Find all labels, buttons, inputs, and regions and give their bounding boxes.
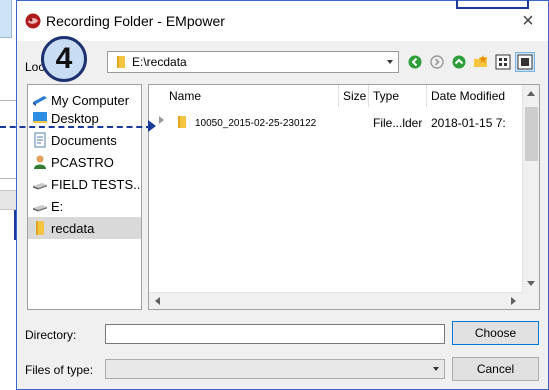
- look-in-combo[interactable]: E:\recdata: [107, 51, 399, 73]
- vertical-scrollbar[interactable]: [522, 85, 539, 292]
- scrollbar-corner: [522, 292, 539, 309]
- sidebar-item-documents[interactable]: Documents: [28, 129, 141, 151]
- computer-icon: [33, 96, 47, 106]
- documents-icon: [34, 132, 46, 148]
- step-number-badge: 4: [41, 36, 87, 82]
- column-header-type[interactable]: Type: [369, 85, 427, 107]
- chevron-down-icon: [387, 60, 393, 64]
- details-view-button[interactable]: [515, 52, 535, 72]
- vertical-scroll-thumb[interactable]: [525, 107, 538, 161]
- forward-icon: [430, 55, 444, 69]
- file-type-cell: File...lder: [373, 116, 423, 130]
- close-button[interactable]: ×: [516, 9, 540, 33]
- expand-arrow-icon[interactable]: [159, 116, 164, 124]
- look-in-value: E:\recdata: [132, 55, 187, 69]
- scroll-right-icon[interactable]: [511, 297, 516, 305]
- file-list-table: Name Size Type Date Modified 10050_2015-…: [148, 84, 540, 310]
- sidebar-item-label: recdata: [51, 220, 95, 236]
- callout-connector: [14, 210, 16, 240]
- background-divider: [0, 100, 16, 101]
- column-header-date-modified[interactable]: Date Modified: [427, 85, 523, 107]
- new-folder-button[interactable]: [471, 52, 491, 72]
- sidebar-item-label: PCASTRO: [51, 154, 114, 170]
- files-of-type-label: Files of type:: [25, 363, 94, 377]
- callout-dashed-line: [0, 126, 152, 128]
- drive-icon: [33, 183, 47, 190]
- callout-arrow-icon: [148, 120, 156, 132]
- horizontal-scrollbar[interactable]: [149, 292, 522, 309]
- scroll-up-icon[interactable]: [527, 91, 535, 96]
- back-icon: [408, 55, 422, 69]
- file-name-cell: 10050_2015-02-25-230122: [195, 118, 317, 129]
- list-view-button[interactable]: [493, 52, 513, 72]
- folder-icon: [114, 55, 128, 74]
- sidebar-item-label: FIELD TESTS...: [51, 176, 141, 192]
- callout-connector: [456, 7, 528, 9]
- file-date-cell: 2018-01-15 7:: [431, 116, 506, 130]
- sidebar-item-label: Documents: [51, 132, 117, 148]
- folder-icon: [175, 115, 189, 132]
- drive-icon: [33, 205, 47, 212]
- sidebar-item-label: Desktop: [51, 110, 99, 126]
- screenshot-stage: Recording Folder - EMpower × Loo E:\recd…: [0, 0, 549, 390]
- scroll-down-icon[interactable]: [527, 281, 535, 286]
- column-header-size[interactable]: Size: [339, 85, 369, 107]
- cancel-button[interactable]: Cancel: [452, 357, 539, 381]
- recording-folder-dialog: Recording Folder - EMpower × Loo E:\recd…: [16, 0, 549, 390]
- app-logo-icon: [25, 13, 41, 29]
- scroll-left-icon[interactable]: [155, 297, 160, 305]
- files-of-type-combo[interactable]: [105, 359, 445, 379]
- sidebar-item-label: My Computer: [51, 92, 130, 108]
- sidebar-item-e-drive[interactable]: E:: [28, 195, 141, 217]
- places-sidebar: My Computer Desktop Documents PCASTRO FI…: [27, 84, 142, 310]
- up-folder-icon: [452, 55, 466, 69]
- desktop-icon: [33, 112, 47, 123]
- window-title: Recording Folder - EMpower: [46, 13, 225, 29]
- background-highlight-box: [0, 0, 12, 38]
- back-button[interactable]: [405, 52, 425, 72]
- sidebar-item-recdata[interactable]: recdata: [28, 217, 141, 239]
- folder-icon: [36, 221, 44, 235]
- sidebar-item-field-tests[interactable]: FIELD TESTS...: [28, 173, 141, 195]
- background-app-panel: [0, 0, 16, 390]
- user-icon: [34, 155, 46, 169]
- forward-button[interactable]: [427, 52, 447, 72]
- sidebar-item-label: E:: [51, 198, 64, 214]
- sidebar-item-pcastro[interactable]: PCASTRO: [28, 151, 141, 173]
- directory-label: Directory:: [25, 328, 77, 342]
- directory-field[interactable]: [105, 324, 445, 344]
- background-divider: [0, 178, 16, 179]
- new-folder-icon: [474, 55, 487, 67]
- column-header-name[interactable]: Name: [165, 85, 339, 107]
- up-folder-button[interactable]: [449, 52, 469, 72]
- callout-connector: [527, 0, 529, 9]
- choose-button[interactable]: Choose: [452, 321, 539, 345]
- chevron-down-icon: [433, 367, 439, 371]
- list-view-icon: [495, 54, 511, 70]
- background-toolbar: [0, 190, 16, 210]
- details-view-icon: [517, 54, 533, 70]
